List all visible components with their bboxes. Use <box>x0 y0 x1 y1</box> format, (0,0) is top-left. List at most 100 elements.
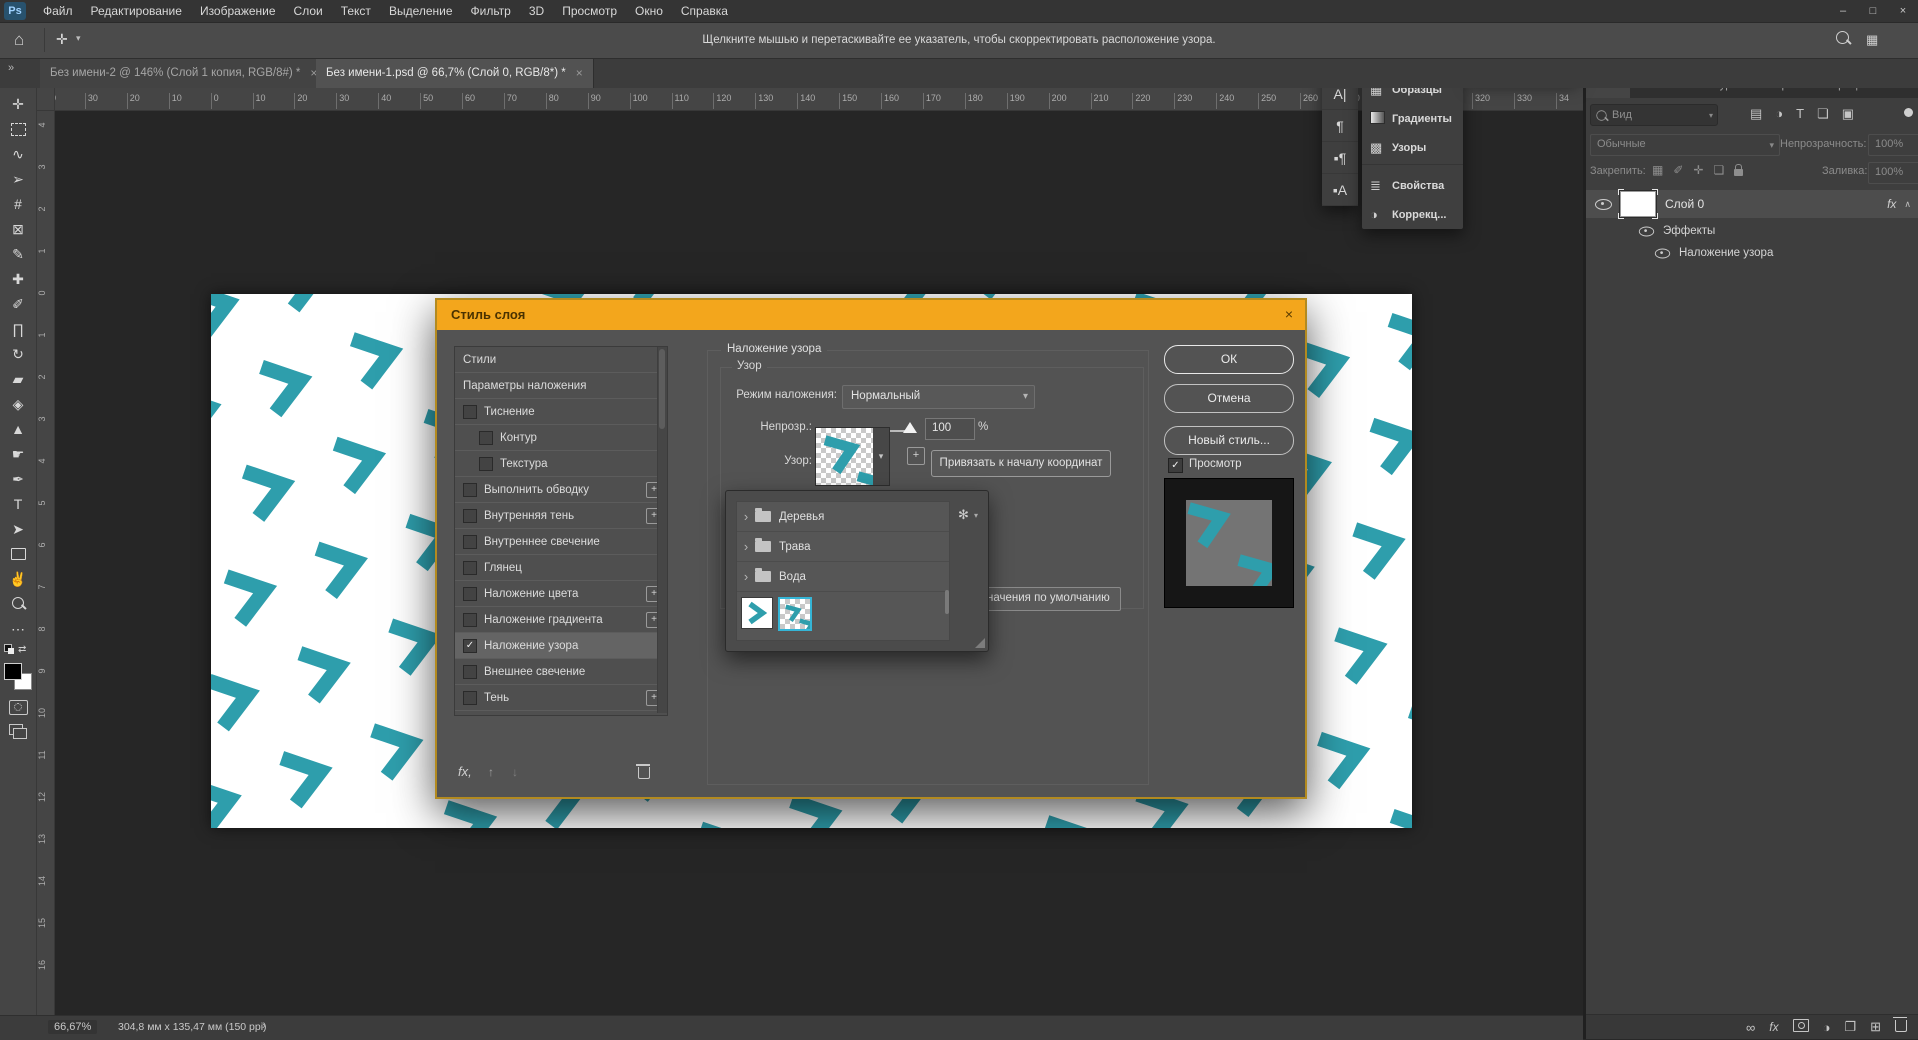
style-item-Тиснение[interactable]: Тиснение <box>455 399 667 425</box>
expand-chevron-icon[interactable]: › <box>737 509 755 524</box>
delete-effect-icon[interactable] <box>638 766 650 784</box>
style-item-Текстура[interactable]: Текстура <box>455 451 667 477</box>
minimize-icon[interactable]: – <box>1828 0 1858 22</box>
menu-item-Фильтр[interactable]: Фильтр <box>462 4 520 18</box>
style-item-Наложение узора[interactable]: ✓Наложение узора <box>455 633 667 659</box>
screen-mode-icon[interactable] <box>9 724 23 735</box>
cancel-button[interactable]: Отмена <box>1164 384 1294 413</box>
spot-healing-brush-tool[interactable]: ✚ <box>0 267 36 291</box>
delete-layer-icon[interactable] <box>1895 1020 1907 1035</box>
history-brush-tool[interactable]: ↻ <box>0 342 36 366</box>
lock-position-icon[interactable]: ✛ <box>1693 163 1703 179</box>
lasso-tool[interactable]: ∿ <box>0 142 36 166</box>
style-checkbox[interactable] <box>479 431 493 445</box>
fill-value-field[interactable]: 100% <box>1868 162 1918 184</box>
new-layer-icon[interactable]: ⊞ <box>1870 1019 1881 1035</box>
blend-mode-select[interactable]: Нормальный ▾ <box>842 385 1035 409</box>
layer-fx-badge[interactable]: fx <box>1887 197 1896 211</box>
dialog-close-icon[interactable]: × <box>1285 306 1293 322</box>
style-item-Наложение цвета[interactable]: Наложение цвета+ <box>455 581 667 607</box>
panel-item-gradients[interactable]: Градиенты <box>1362 104 1463 133</box>
layer-row[interactable]: Слой 0 fx ∧ <box>1586 190 1918 218</box>
styles-list-scrollbar[interactable] <box>657 347 667 713</box>
snap-to-origin-button[interactable]: Привязать к началу координат <box>931 450 1111 477</box>
menu-item-Просмотр[interactable]: Просмотр <box>553 4 626 18</box>
layer-group-icon[interactable]: ❐ <box>1844 1019 1856 1035</box>
style-checkbox[interactable] <box>463 613 477 627</box>
style-item-Выполнить обводку[interactable]: Выполнить обводку+ <box>455 477 667 503</box>
swap-colors-icon[interactable]: ⇄ <box>18 644 26 655</box>
expand-chevron-icon[interactable]: › <box>737 569 755 584</box>
document-tab-2[interactable]: Без имени-1.psd @ 66,7% (Слой 0, RGB/8*)… <box>316 58 594 88</box>
paragraph-styles-panel-icon[interactable]: ▪A <box>1322 174 1358 206</box>
crop-tool[interactable]: # <box>0 192 36 216</box>
new-pattern-preset-button[interactable]: + <box>907 447 925 465</box>
style-checkbox[interactable]: ✓ <box>463 639 477 653</box>
rectangle-tool[interactable] <box>0 542 36 566</box>
menu-item-Изображение[interactable]: Изображение <box>191 4 285 18</box>
menu-item-Справка[interactable]: Справка <box>672 4 737 18</box>
style-item-Внутренняя тень[interactable]: Внутренняя тень+ <box>455 503 667 529</box>
resize-grip-icon[interactable] <box>975 638 985 648</box>
link-layers-icon[interactable]: ∞ <box>1746 1020 1755 1035</box>
tab-close-icon[interactable]: × <box>576 66 583 80</box>
search-icon[interactable] <box>1836 31 1849 49</box>
layer-blend-mode-select[interactable]: Обычные ▾ <box>1590 134 1780 156</box>
style-item-Глянец[interactable]: Глянец <box>455 555 667 581</box>
ok-button[interactable]: ОК <box>1164 345 1294 374</box>
sharpen-tool[interactable]: ▲ <box>0 417 36 441</box>
move-effect-down-icon[interactable]: ↓ <box>512 765 518 779</box>
default-colors-icon[interactable] <box>4 644 14 654</box>
smudge-tool[interactable]: ☛ <box>0 442 36 466</box>
gear-icon[interactable]: ✻ <box>958 507 969 523</box>
style-item-Внутреннее свечение[interactable]: Внутреннее свечение <box>455 529 667 555</box>
picker-scrollbar[interactable] <box>945 590 949 614</box>
filter-adjustment-icon[interactable]: ◑ <box>1775 106 1783 122</box>
pattern-folder-Трава[interactable]: ›Трава <box>737 532 949 562</box>
maximize-icon[interactable]: □ <box>1858 0 1888 22</box>
style-checkbox[interactable] <box>463 483 477 497</box>
character-styles-panel-icon[interactable]: ▪¶ <box>1322 142 1358 174</box>
style-item-Параметры наложения[interactable]: Параметры наложения <box>455 373 667 399</box>
move-tool[interactable]: ✛ <box>0 92 36 116</box>
hand-tool[interactable]: ✌ <box>0 567 36 591</box>
effects-visibility-eye-icon[interactable] <box>1639 226 1654 236</box>
collapse-effects-icon[interactable]: ∧ <box>1904 199 1911 210</box>
frame-tool[interactable]: ⊠ <box>0 217 36 241</box>
layer-opacity-field[interactable]: 100% <box>1868 134 1918 156</box>
layer-effects-icon[interactable]: fx <box>1769 1020 1778 1034</box>
layer-thumbnail[interactable] <box>1620 191 1656 217</box>
filter-shape-icon[interactable]: ❏ <box>1817 106 1829 122</box>
style-checkbox[interactable] <box>463 665 477 679</box>
path-selection-tool[interactable]: ➤ <box>0 517 36 541</box>
brush-tool[interactable]: ✐ <box>0 292 36 316</box>
edit-toolbar[interactable]: ⋯ <box>0 617 36 641</box>
workspace-switcher-icon[interactable]: ▦ <box>1866 32 1878 48</box>
quick-mask-icon[interactable] <box>9 700 28 715</box>
menu-item-Окно[interactable]: Окно <box>626 4 672 18</box>
menu-item-Файл[interactable]: Файл <box>34 4 82 18</box>
type-tool[interactable]: T <box>0 492 36 516</box>
close-icon[interactable]: × <box>1888 0 1918 22</box>
pattern-folder-Вода[interactable]: ›Вода <box>737 562 949 592</box>
menu-item-Редактирование[interactable]: Редактирование <box>82 4 191 18</box>
filter-type-icon[interactable]: T <box>1796 106 1804 122</box>
status-menu-chevron-icon[interactable]: › <box>262 1020 266 1032</box>
menu-item-Выделение[interactable]: Выделение <box>380 4 462 18</box>
menu-item-Слои[interactable]: Слои <box>285 4 332 18</box>
move-effect-up-icon[interactable]: ↑ <box>488 765 494 779</box>
effects-row[interactable]: Эффекты <box>1586 220 1918 242</box>
document-tab-1[interactable]: Без имени-2 @ 146% (Слой 1 копия, RGB/8#… <box>40 58 328 88</box>
pattern-preset-white[interactable] <box>741 597 773 629</box>
pen-tool[interactable]: ✒ <box>0 467 36 491</box>
panel-item-adjustments[interactable]: ◑Коррекц... <box>1362 200 1463 229</box>
layer-search-input[interactable]: Вид ▾ <box>1590 104 1718 126</box>
style-checkbox[interactable] <box>463 587 477 601</box>
filter-image-icon[interactable]: ▤ <box>1750 106 1762 122</box>
style-checkbox[interactable] <box>479 457 493 471</box>
menu-item-Текст[interactable]: Текст <box>332 4 380 18</box>
zoom-tool[interactable] <box>0 592 36 616</box>
fx-menu-button[interactable]: fx, <box>458 764 472 779</box>
style-item-Внешнее свечение[interactable]: Внешнее свечение <box>455 659 667 685</box>
style-checkbox[interactable] <box>463 561 477 575</box>
